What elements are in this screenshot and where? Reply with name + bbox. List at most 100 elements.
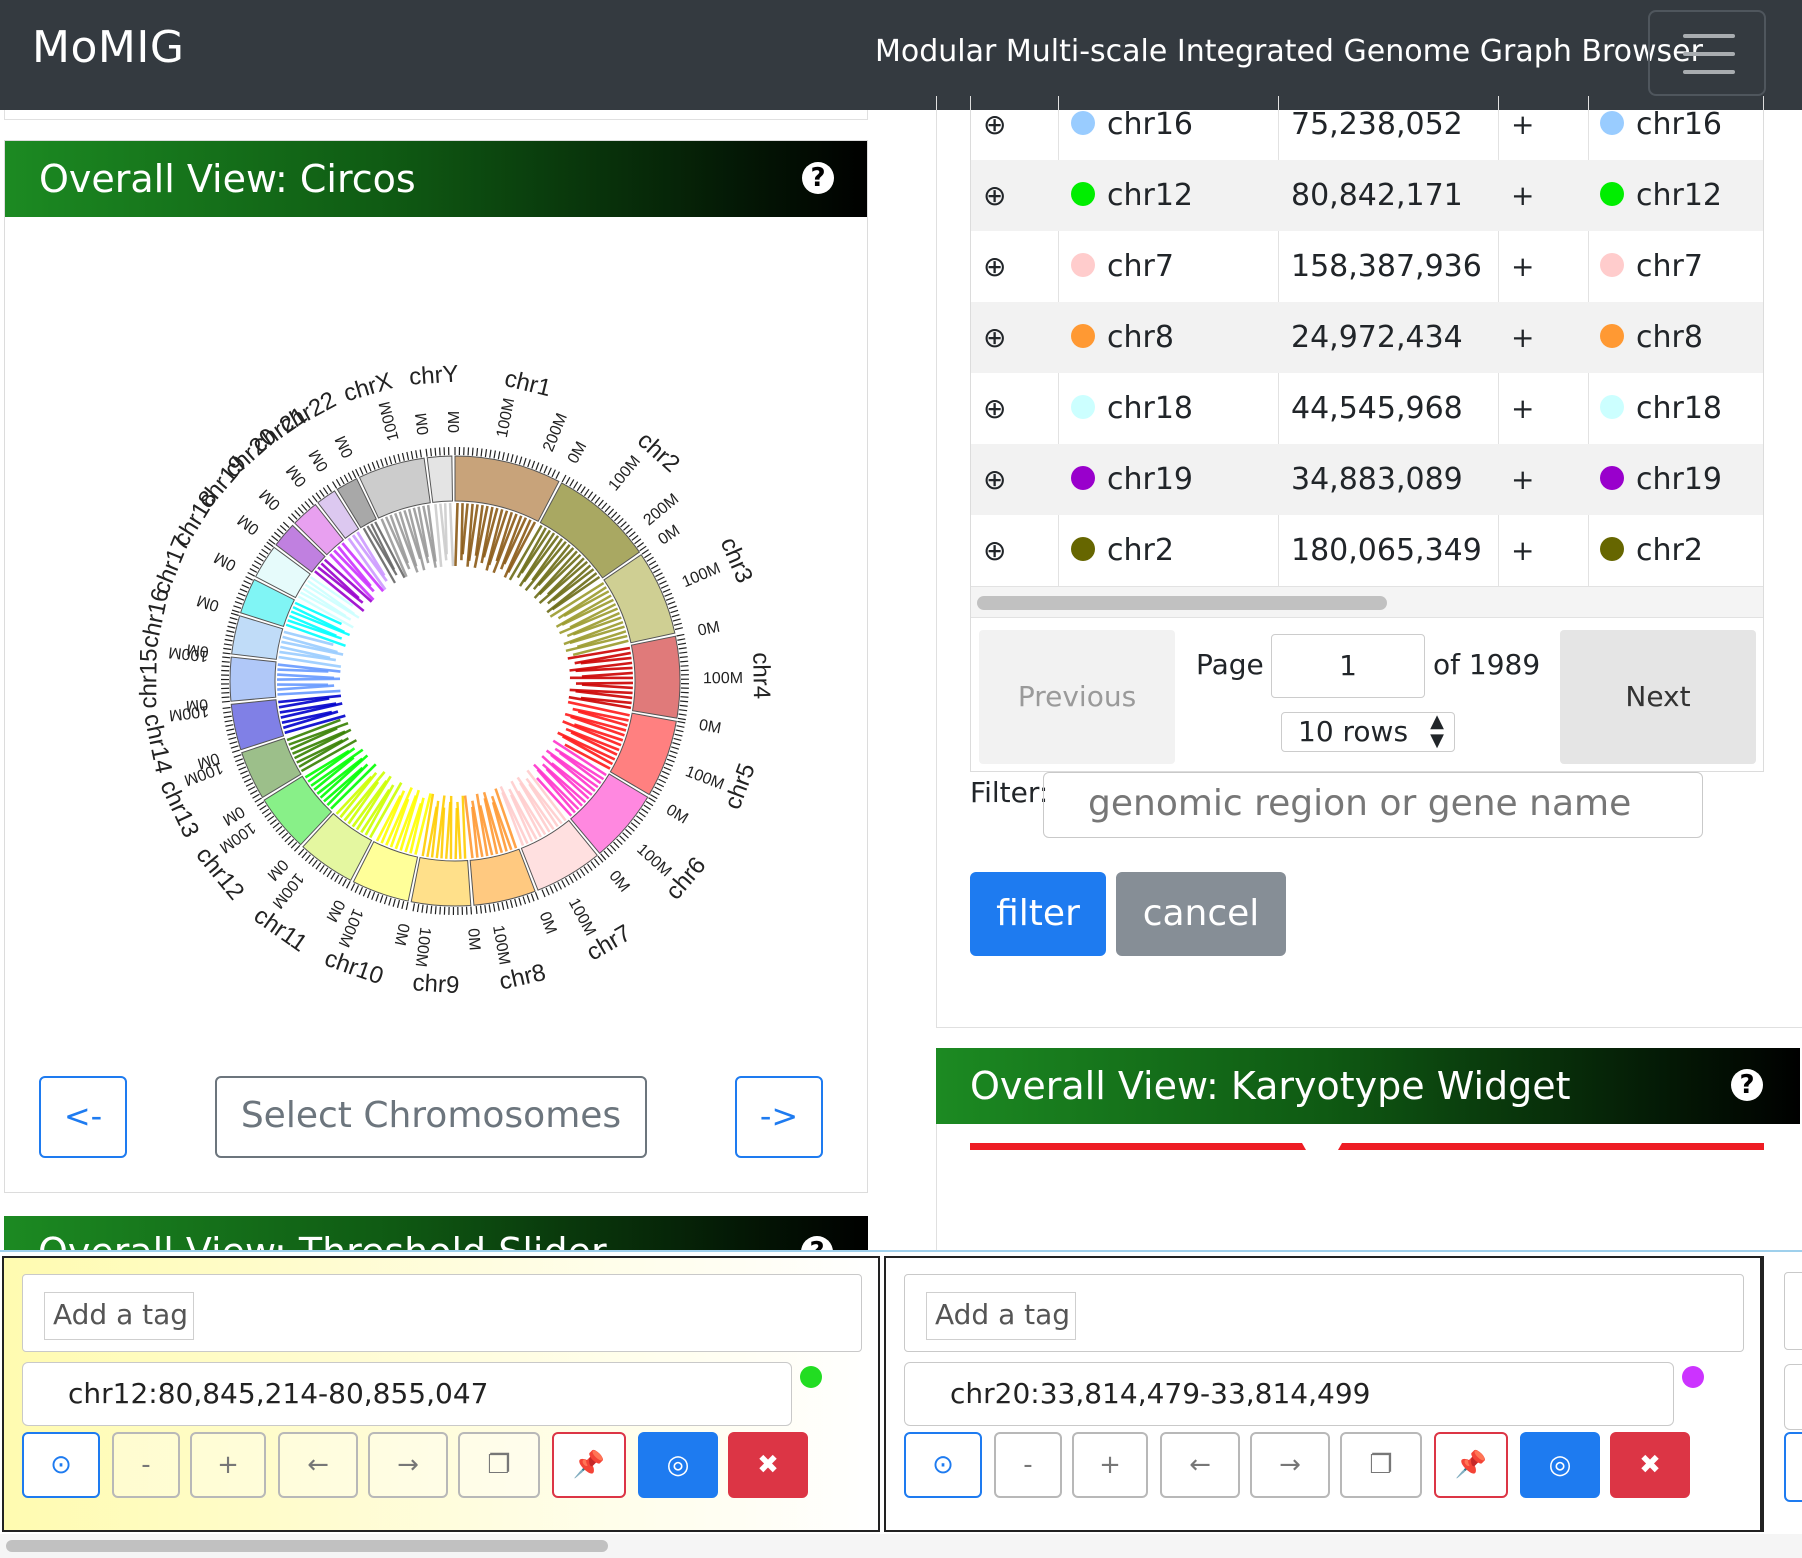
focus-button-partial[interactable] [1784, 1432, 1802, 1502]
expand-icon[interactable]: ⊕ [983, 444, 1006, 515]
tick-mark [648, 560, 657, 566]
pin-button[interactable]: 📌 [1434, 1432, 1508, 1498]
tick-mark [375, 460, 380, 469]
chromosome-segment-chr9[interactable] [410, 856, 472, 907]
position-cell: 34,883,089 [1291, 462, 1463, 497]
table-row[interactable]: ⊕ chr19 34,883,089 + chr19 [971, 444, 1763, 515]
close-button[interactable]: ✖ [728, 1432, 808, 1498]
table-scrollbar-track[interactable] [971, 586, 1763, 618]
tick-mark [322, 487, 329, 495]
tick-mark [254, 797, 262, 803]
move-left-button[interactable]: ← [1160, 1432, 1240, 1498]
table-row[interactable]: ⊕ chr18 44,545,968 + chr18 [971, 373, 1763, 444]
expand-icon[interactable]: ⊕ [983, 302, 1006, 373]
expand-icon[interactable]: ⊕ [983, 515, 1006, 586]
previous-page-button[interactable]: Previous [979, 630, 1175, 764]
table-row[interactable]: ⊕ chr8 24,972,434 + chr8 [971, 302, 1763, 373]
tick-label: 0M [413, 412, 433, 436]
strand-cell: + [1511, 463, 1535, 496]
help-icon[interactable]: ? [802, 162, 834, 194]
tick-mark [226, 728, 235, 732]
tick-mark [229, 616, 238, 621]
expand-icon[interactable]: ⊕ [983, 373, 1006, 444]
region-input[interactable]: chr20:33,814,479-33,814,499 [904, 1362, 1674, 1426]
ribbon-chr1 [454, 502, 459, 567]
tick-mark [380, 458, 384, 467]
table-row[interactable]: ⊕ chr7 158,387,936 + chr7 [971, 231, 1763, 302]
focus-button[interactable]: ⊙ [22, 1432, 100, 1498]
add-tag-chip[interactable]: Add a tag [44, 1292, 194, 1340]
focus-button[interactable]: ⊙ [904, 1432, 982, 1498]
expand-icon[interactable]: ⊕ [983, 89, 1006, 160]
chromosome-color-dot [1600, 465, 1624, 490]
chromosome-ideogram[interactable] [970, 1143, 1306, 1150]
tick-mark [493, 450, 496, 459]
tick-mark [330, 872, 336, 880]
next-page-button[interactable]: Next [1560, 630, 1756, 764]
tick-mark [601, 502, 608, 510]
filter-button[interactable]: filter [970, 872, 1106, 956]
tick-mark [315, 862, 322, 870]
tick-mark [401, 900, 405, 910]
karyotype-widget[interactable] [970, 1140, 1770, 1154]
table-row[interactable]: ⊕ chr12 80,842,171 + chr12 [971, 160, 1763, 231]
tick-mark [229, 741, 238, 745]
filter-input[interactable]: genomic region or gene name [1043, 772, 1703, 838]
add-tag-chip[interactable]: Add a tag [926, 1292, 1076, 1340]
chromosome-label-chrY: chrY [408, 360, 459, 390]
table-row[interactable]: ⊕ chr2 180,065,349 + chr2 [971, 515, 1763, 586]
brand-logo[interactable]: MoMIG [32, 22, 184, 73]
zoom-in-button[interactable]: + [1072, 1432, 1148, 1498]
tick-mark [510, 454, 514, 463]
zoom-out-button[interactable]: - [994, 1432, 1062, 1498]
zoom-out-button[interactable]: - [112, 1432, 180, 1498]
chromosome-segment-chr4[interactable] [630, 635, 681, 719]
move-right-button[interactable]: → [368, 1432, 448, 1498]
table-scrollbar-thumb[interactable] [977, 596, 1387, 610]
tick-label: 0M [464, 928, 483, 951]
tick-label: 0M [235, 511, 263, 538]
select-chromosomes-button[interactable]: Select Chromosomes [215, 1076, 647, 1158]
strand-cell: + [1511, 108, 1535, 141]
tick-mark [304, 854, 311, 862]
page-scrollbar-track[interactable] [0, 1534, 1802, 1558]
locate-button[interactable]: ◎ [1520, 1432, 1600, 1498]
tick-mark [281, 832, 289, 839]
tick-mark [636, 815, 644, 822]
move-left-button[interactable]: ← [278, 1432, 358, 1498]
circos-panel-header: Overall View: Circos ? [5, 141, 867, 217]
table-row[interactable]: ⊕ chr16 75,238,052 + chr16 [971, 89, 1763, 160]
tick-mark [269, 819, 277, 825]
focus-icon: ⊙ [50, 1450, 72, 1480]
chromosome-segment-chr15[interactable] [229, 656, 277, 702]
tick-mark [484, 449, 488, 458]
zoom-out-icon: - [141, 1450, 151, 1480]
region-input[interactable]: chr12:80,845,214-80,855,047 [22, 1362, 792, 1426]
tag-input-partial[interactable] [1784, 1272, 1802, 1350]
chromosome-ideogram[interactable] [1338, 1143, 1764, 1150]
locate-button[interactable]: ◎ [638, 1432, 718, 1498]
expand-icon[interactable]: ⊕ [983, 160, 1006, 231]
cancel-button[interactable]: cancel [1116, 872, 1286, 956]
previous-chromosome-button[interactable]: <- [39, 1076, 127, 1158]
tick-mark [535, 462, 540, 471]
expand-icon[interactable]: ⊕ [983, 231, 1006, 302]
pin-button[interactable]: 📌 [552, 1432, 626, 1498]
tick-mark [298, 848, 305, 856]
circos-plot[interactable]: 0M 100M 200Mchr10M 100M200Mchr20M100Mchr30M… [25, 241, 865, 1171]
copy-button[interactable]: ❐ [1340, 1432, 1422, 1498]
move-right-button[interactable]: → [1250, 1432, 1330, 1498]
next-chromosome-button[interactable]: -> [735, 1076, 823, 1158]
help-icon[interactable]: ? [1731, 1069, 1763, 1101]
rows-per-page-select[interactable]: 10 rows ▲ ▼ [1281, 712, 1455, 752]
close-button[interactable]: ✖ [1610, 1432, 1690, 1498]
copy-button[interactable]: ❐ [458, 1432, 540, 1498]
menu-toggle-button[interactable] [1648, 10, 1766, 96]
region-input-partial[interactable] [1784, 1364, 1802, 1430]
region-color-dot [800, 1366, 822, 1388]
page-scrollbar-thumb[interactable] [6, 1540, 608, 1552]
tick-mark [367, 463, 372, 472]
zoom-in-button[interactable]: + [190, 1432, 266, 1498]
page-number-input[interactable]: 1 [1271, 634, 1425, 698]
chromosome-segment-chrY[interactable] [426, 455, 453, 503]
